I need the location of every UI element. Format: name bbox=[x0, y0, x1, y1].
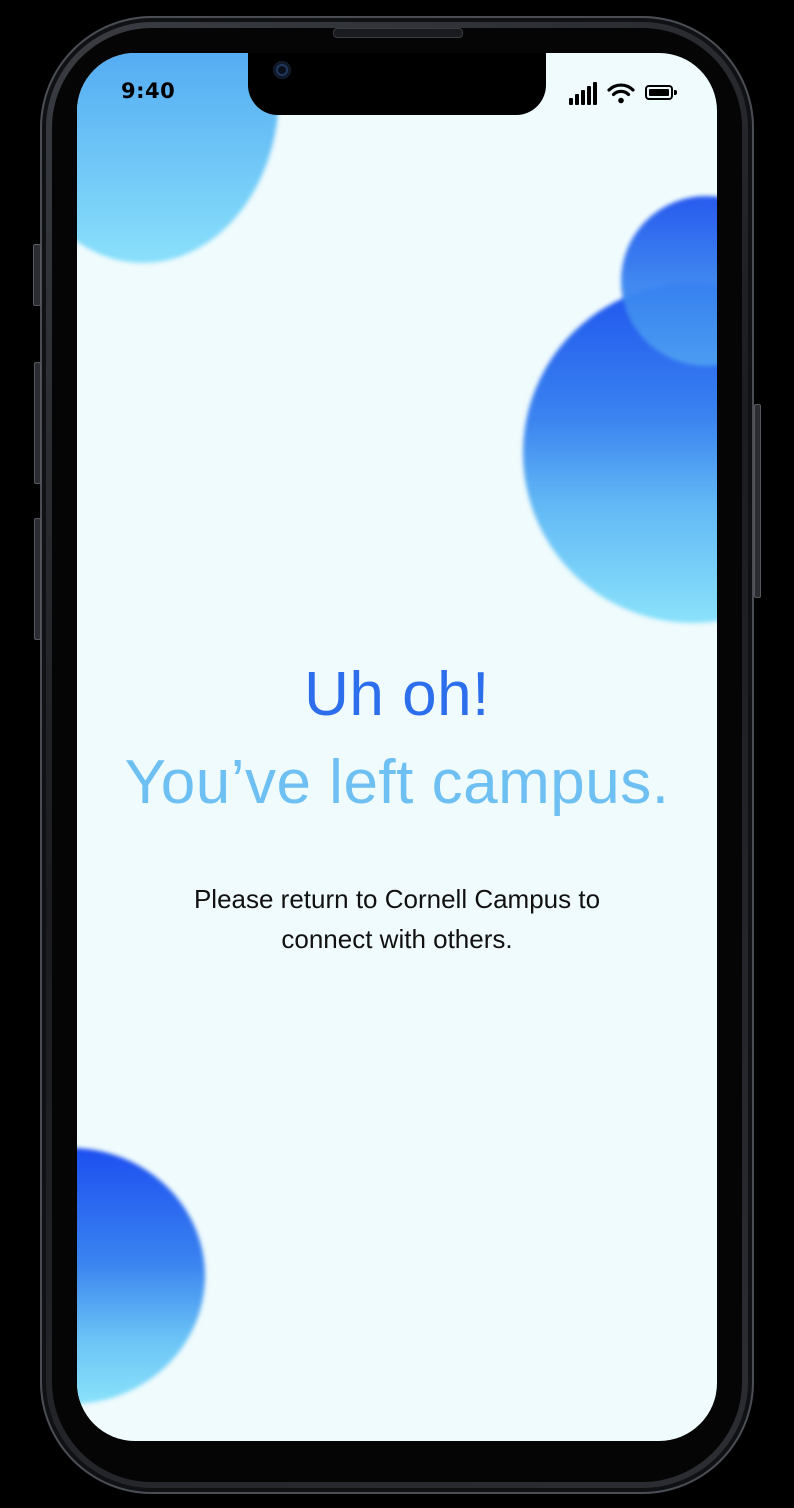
body-text: Please return to Cornell Campus to conne… bbox=[193, 884, 601, 954]
volume-down-button bbox=[34, 518, 41, 640]
device-mockup: 9:40 Uh oh! You’ve left campus. Please r… bbox=[0, 0, 794, 1508]
front-camera bbox=[273, 61, 291, 79]
speaker-grill bbox=[333, 28, 463, 38]
app-screen: 9:40 Uh oh! You’ve left campus. Please r… bbox=[77, 53, 717, 1441]
notch bbox=[248, 53, 546, 115]
status-time: 9:40 bbox=[121, 79, 176, 103]
signal-icon bbox=[569, 81, 599, 105]
wifi-icon bbox=[607, 83, 635, 104]
volume-up-button bbox=[34, 362, 41, 484]
subtitle-text: You’ve left campus. bbox=[124, 748, 670, 817]
status-icons bbox=[569, 81, 681, 107]
title-text: Uh oh! bbox=[304, 660, 490, 729]
battery-icon bbox=[645, 85, 677, 100]
silent-switch bbox=[33, 244, 41, 306]
power-button bbox=[754, 404, 761, 598]
decorative-bubble bbox=[77, 1148, 205, 1404]
